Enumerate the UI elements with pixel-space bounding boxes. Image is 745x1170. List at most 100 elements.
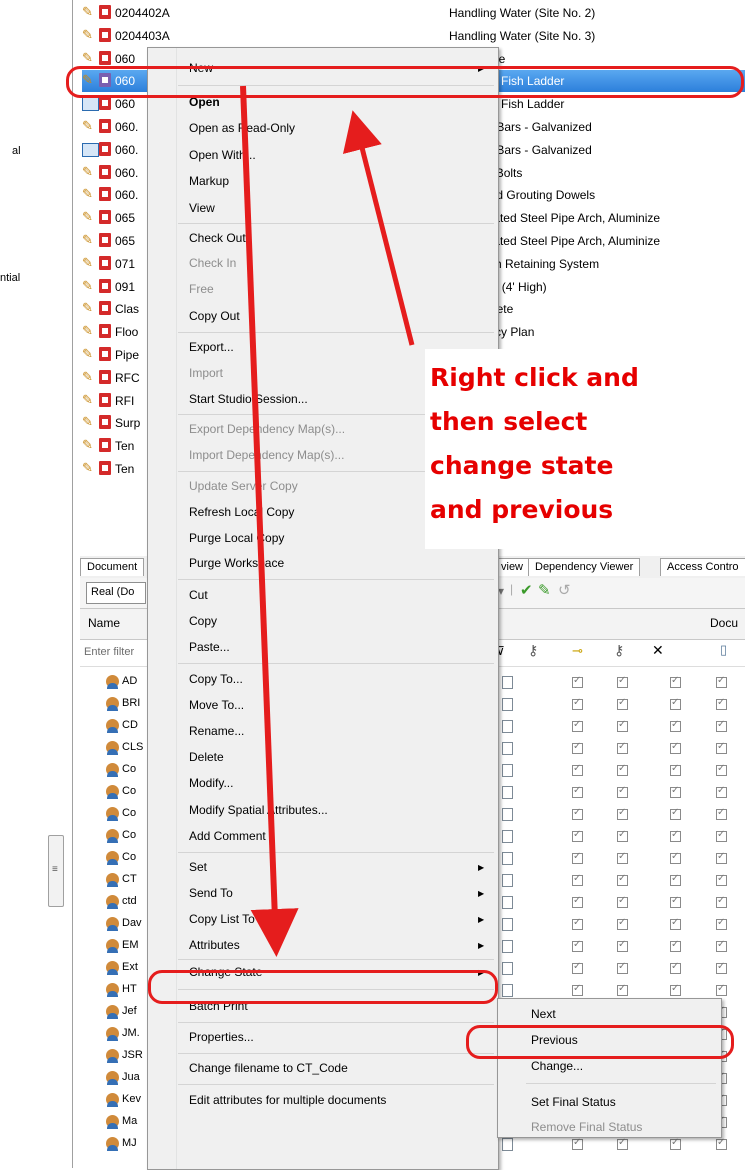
view-selector[interactable]: Real (Do bbox=[86, 582, 146, 604]
document-row[interactable]: ✎ 0204402A Handling Water (Site No. 2) bbox=[82, 2, 745, 24]
menu-item[interactable]: Modify Spatial Attributes... bbox=[189, 803, 328, 817]
permission-checkbox[interactable] bbox=[617, 829, 628, 842]
permission-checkbox[interactable] bbox=[572, 697, 583, 710]
permission-checkbox[interactable] bbox=[617, 961, 628, 974]
permission-checkbox[interactable] bbox=[617, 675, 628, 688]
menu-item[interactable]: Markup bbox=[189, 174, 229, 188]
permission-checkbox[interactable] bbox=[716, 851, 727, 864]
menu-item[interactable]: Delete bbox=[189, 750, 224, 764]
permission-checkbox[interactable] bbox=[670, 895, 681, 908]
permission-checkbox[interactable] bbox=[716, 785, 727, 798]
menu-item[interactable]: Refresh Local Copy bbox=[189, 505, 294, 519]
menu-item[interactable]: Change filename to CT_Code bbox=[189, 1061, 348, 1075]
permission-checkbox[interactable] bbox=[670, 917, 681, 930]
permission-checkbox[interactable] bbox=[617, 763, 628, 776]
permission-checkbox[interactable] bbox=[617, 939, 628, 952]
splitter-handle[interactable]: ≡ bbox=[48, 835, 64, 907]
permission-checkbox[interactable] bbox=[572, 895, 583, 908]
menu-item[interactable]: View bbox=[189, 201, 215, 215]
menu-item[interactable]: Check Out bbox=[189, 231, 246, 245]
permission-checkbox[interactable] bbox=[617, 697, 628, 710]
permission-checkbox[interactable] bbox=[716, 807, 727, 820]
permission-checkbox[interactable] bbox=[716, 675, 727, 688]
menu-item[interactable]: Rename... bbox=[189, 724, 244, 738]
permission-checkbox[interactable] bbox=[716, 917, 727, 930]
permission-checkbox[interactable] bbox=[670, 675, 681, 688]
edit-permission-icon[interactable]: ✎ bbox=[538, 581, 551, 599]
menu-item[interactable]: Attributes bbox=[189, 938, 240, 952]
permission-checkbox[interactable] bbox=[716, 829, 727, 842]
tab-document[interactable]: Document bbox=[80, 558, 145, 576]
permission-checkbox[interactable] bbox=[572, 675, 583, 688]
permission-checkbox[interactable] bbox=[716, 1137, 727, 1150]
permission-checkbox[interactable] bbox=[572, 917, 583, 930]
menu-item[interactable]: Copy List To bbox=[189, 912, 255, 926]
permission-checkbox[interactable] bbox=[572, 807, 583, 820]
submenu-item[interactable]: Change... bbox=[531, 1059, 583, 1073]
menu-item[interactable]: Start Studio Session... bbox=[189, 392, 308, 406]
permission-checkbox[interactable] bbox=[716, 983, 727, 996]
permission-checkbox[interactable] bbox=[572, 829, 583, 842]
document-row[interactable]: ✎ 0204403A Handling Water (Site No. 3) bbox=[82, 25, 745, 47]
permission-checkbox[interactable] bbox=[617, 917, 628, 930]
tab-access-control[interactable]: Access Contro bbox=[660, 558, 745, 576]
menu-item[interactable]: Properties... bbox=[189, 1030, 254, 1044]
menu-item[interactable]: Open With... bbox=[189, 148, 256, 162]
permission-checkbox[interactable] bbox=[670, 1137, 681, 1150]
permission-checkbox[interactable] bbox=[670, 785, 681, 798]
permission-checkbox[interactable] bbox=[716, 895, 727, 908]
menu-item[interactable]: Change State bbox=[189, 965, 262, 979]
permission-checkbox[interactable] bbox=[670, 983, 681, 996]
menu-item[interactable]: Paste... bbox=[189, 640, 230, 654]
permission-checkbox[interactable] bbox=[572, 873, 583, 886]
permission-checkbox[interactable] bbox=[716, 741, 727, 754]
permission-checkbox[interactable] bbox=[572, 983, 583, 996]
menu-item[interactable]: Open as Read-Only bbox=[189, 121, 295, 135]
permission-checkbox[interactable] bbox=[572, 763, 583, 776]
submenu-item[interactable]: Previous bbox=[531, 1033, 578, 1047]
menu-item[interactable]: New bbox=[189, 61, 213, 75]
permission-checkbox[interactable] bbox=[670, 697, 681, 710]
permission-checkbox[interactable] bbox=[617, 741, 628, 754]
permission-checkbox[interactable] bbox=[716, 939, 727, 952]
document-column-header[interactable]: Docu bbox=[710, 616, 738, 630]
permission-checkbox[interactable] bbox=[716, 697, 727, 710]
menu-item[interactable]: Add Comment bbox=[189, 829, 266, 843]
undo-icon[interactable]: ↺ bbox=[558, 581, 571, 599]
menu-item[interactable]: Batch Print bbox=[189, 999, 248, 1013]
filter-input[interactable]: Enter filter bbox=[84, 646, 134, 658]
permission-checkbox[interactable] bbox=[572, 1137, 583, 1150]
menu-item[interactable]: Open bbox=[189, 95, 220, 109]
permission-checkbox[interactable] bbox=[670, 873, 681, 886]
permission-checkbox[interactable] bbox=[670, 939, 681, 952]
permission-checkbox[interactable] bbox=[572, 741, 583, 754]
submenu-item[interactable]: Next bbox=[531, 1007, 556, 1021]
permission-checkbox[interactable] bbox=[617, 873, 628, 886]
permission-checkbox[interactable] bbox=[572, 785, 583, 798]
permission-checkbox[interactable] bbox=[617, 719, 628, 732]
permission-checkbox[interactable] bbox=[716, 873, 727, 886]
permission-checkbox[interactable] bbox=[716, 961, 727, 974]
permission-checkbox[interactable] bbox=[670, 829, 681, 842]
permission-checkbox[interactable] bbox=[617, 851, 628, 864]
menu-item[interactable]: Modify... bbox=[189, 776, 233, 790]
menu-item[interactable]: Copy To... bbox=[189, 672, 243, 686]
permission-checkbox[interactable] bbox=[670, 741, 681, 754]
tab-view[interactable]: view bbox=[494, 558, 531, 576]
menu-item[interactable]: Purge Local Copy bbox=[189, 531, 284, 545]
permission-checkbox[interactable] bbox=[617, 895, 628, 908]
tab-dependency-viewer[interactable]: Dependency Viewer bbox=[528, 558, 641, 576]
permission-checkbox[interactable] bbox=[572, 961, 583, 974]
permission-checkbox[interactable] bbox=[572, 939, 583, 952]
checkmark-icon[interactable]: ✔ bbox=[520, 581, 533, 599]
permission-checkbox[interactable] bbox=[617, 983, 628, 996]
menu-item[interactable]: Export... bbox=[189, 340, 234, 354]
permission-checkbox[interactable] bbox=[716, 719, 727, 732]
submenu-item[interactable]: Set Final Status bbox=[531, 1095, 616, 1109]
permission-checkbox[interactable] bbox=[617, 1137, 628, 1150]
permission-checkbox[interactable] bbox=[670, 719, 681, 732]
permission-checkbox[interactable] bbox=[617, 807, 628, 820]
menu-item[interactable]: Copy Out bbox=[189, 309, 240, 323]
menu-item[interactable]: Send To bbox=[189, 886, 233, 900]
permission-checkbox[interactable] bbox=[572, 851, 583, 864]
